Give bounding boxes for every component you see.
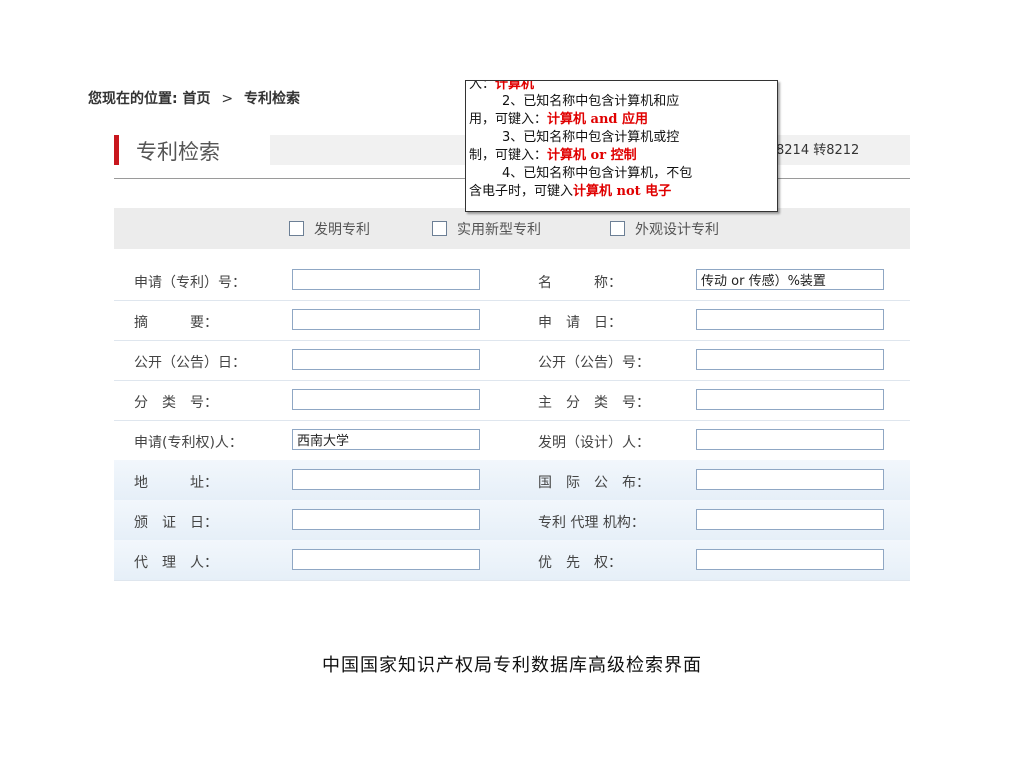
international-publication-input[interactable]	[696, 469, 884, 490]
inventor-input[interactable]	[696, 429, 884, 450]
agent-label: 代 理 人：	[134, 555, 218, 571]
main-classification-label: 主 分 类 号：	[538, 395, 650, 411]
page-title-block: 专利检索	[114, 133, 270, 167]
tooltip-line: 3、已知名称中包含计算机或控	[502, 130, 680, 145]
publication-date-input[interactable]	[292, 349, 480, 370]
title-accent-bar	[114, 135, 119, 165]
publication-number-label: 公开（公告）号：	[538, 355, 650, 371]
breadcrumb-separator: >	[221, 91, 234, 107]
form-row: 申请(专利权)人： 发明（设计）人：	[114, 420, 910, 461]
application-date-label: 申 请 日：	[538, 315, 622, 331]
patent-type-invention[interactable]: 发明专利	[289, 219, 370, 239]
inventor-label: 发明（设计）人：	[538, 435, 650, 451]
breadcrumb-prefix: 您现在的位置:	[88, 91, 178, 107]
international-publication-label: 国 际 公 布：	[538, 475, 650, 491]
tooltip-keyword: 计算机 or 控制	[547, 148, 637, 163]
applicant-label: 申请(专利权)人：	[134, 435, 243, 451]
form-row: 地 址： 国 际 公 布：	[114, 460, 910, 501]
classification-input[interactable]	[292, 389, 480, 410]
abstract-label: 摘 要：	[134, 315, 218, 331]
tooltip-text: 用，可键入：	[469, 112, 548, 127]
tooltip-keyword: 计算机 and 应用	[547, 112, 649, 127]
publication-number-input[interactable]	[696, 349, 884, 370]
design-checkbox[interactable]	[610, 221, 625, 236]
breadcrumb-current: 专利检索	[243, 91, 300, 107]
main-classification-input[interactable]	[696, 389, 884, 410]
utility-label: 实用新型专利	[457, 222, 541, 238]
patent-type-utility[interactable]: 实用新型专利	[432, 219, 541, 239]
invention-checkbox[interactable]	[289, 221, 304, 236]
application-number-label: 申请（专利）号：	[134, 275, 246, 291]
name-input[interactable]	[696, 269, 884, 290]
form-row: 公开（公告）日： 公开（公告）号：	[114, 340, 910, 381]
phone-number: 8214 转8212	[776, 143, 860, 158]
agent-input[interactable]	[292, 549, 480, 570]
grant-date-label: 颁 证 日：	[134, 515, 218, 531]
utility-checkbox[interactable]	[432, 221, 447, 236]
address-label: 地 址：	[134, 475, 218, 491]
form-row: 摘 要： 申 请 日：	[114, 300, 910, 341]
tooltip-text: 制，可键入：	[469, 148, 548, 163]
form-row: 分 类 号： 主 分 类 号：	[114, 380, 910, 421]
grant-date-input[interactable]	[292, 509, 480, 530]
priority-label: 优 先 权：	[538, 555, 622, 571]
tooltip-line: 4、已知名称中包含计算机，不包	[502, 166, 693, 181]
search-help-tooltip: 入：计算机 2、已知名称中包含计算机和应 用，可键入：计算机 and 应用 3、…	[465, 80, 778, 212]
tooltip-text: 含电子时，可键入	[469, 184, 574, 199]
application-date-input[interactable]	[696, 309, 884, 330]
patent-type-design[interactable]: 外观设计专利	[610, 219, 719, 239]
breadcrumb-home-link[interactable]: 首页	[182, 91, 210, 107]
patent-agency-label: 专利 代理 机构：	[538, 515, 645, 531]
form-row: 颁 证 日： 专利 代理 机构：	[114, 500, 910, 541]
priority-input[interactable]	[696, 549, 884, 570]
form-row: 代 理 人： 优 先 权：	[114, 540, 910, 581]
design-label: 外观设计专利	[635, 222, 719, 238]
classification-label: 分 类 号：	[134, 395, 218, 411]
figure-caption: 中国国家知识产权局专利数据库高级检索界面	[322, 655, 702, 676]
name-label: 名 称：	[538, 275, 622, 291]
tooltip-text: 入：	[469, 80, 496, 92]
address-input[interactable]	[292, 469, 480, 490]
applicant-input[interactable]	[292, 429, 480, 450]
tooltip-line: 2、已知名称中包含计算机和应	[502, 94, 680, 109]
page-title: 专利检索	[136, 140, 220, 164]
patent-type-row: 发明专利 实用新型专利 外观设计专利	[114, 208, 910, 249]
form-row: 申请（专利）号： 名 称：	[114, 260, 910, 301]
tooltip-line: 含电子时，可键入计算机 not 电子	[469, 180, 671, 199]
invention-label: 发明专利	[314, 222, 370, 238]
breadcrumb: 您现在的位置: 首页 > 专利检索	[88, 88, 300, 108]
patent-agency-input[interactable]	[696, 509, 884, 530]
tooltip-line: 用，可键入：计算机 and 应用	[469, 108, 648, 127]
abstract-input[interactable]	[292, 309, 480, 330]
tooltip-keyword: 计算机 not 电子	[573, 184, 672, 199]
tooltip-line: 制，可键入：计算机 or 控制	[469, 144, 637, 163]
application-number-input[interactable]	[292, 269, 480, 290]
publication-date-label: 公开（公告）日：	[134, 355, 246, 371]
